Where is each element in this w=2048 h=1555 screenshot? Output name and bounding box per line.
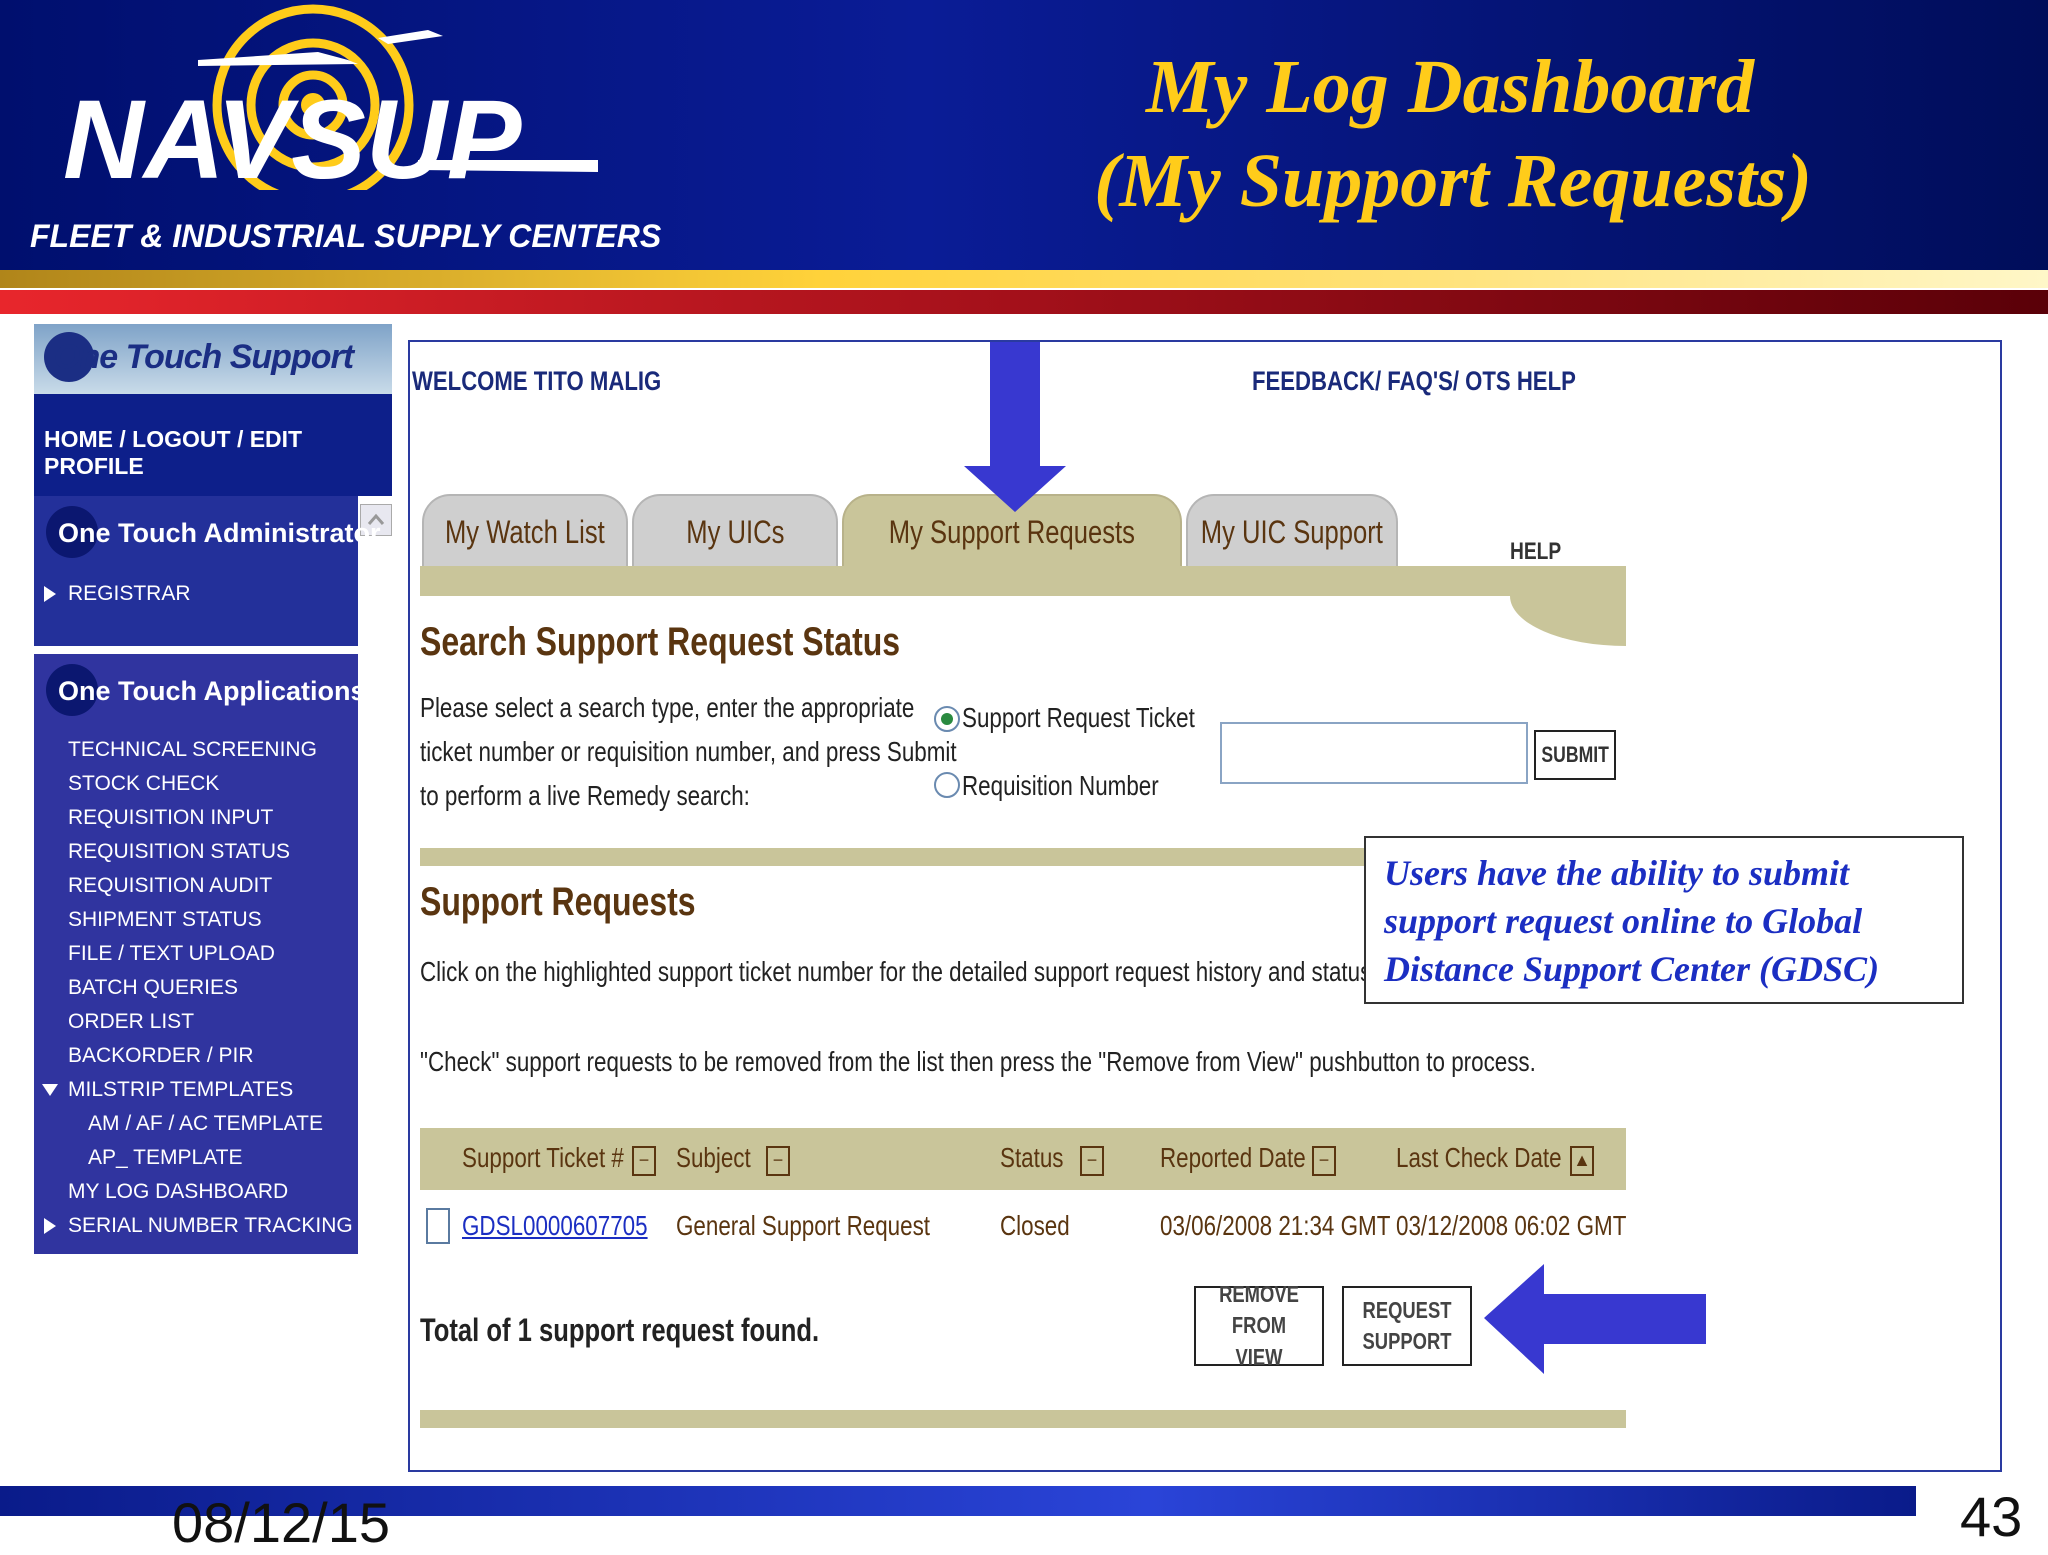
sidebar-item-requisition-input[interactable]: REQUISITION INPUT (68, 806, 273, 830)
sidebar-item-batch-queries[interactable]: BATCH QUERIES (68, 976, 238, 1000)
callout-line1: Users have the ability to submit (1384, 853, 1850, 893)
applications-section: One Touch Applications TECHNICAL SCREENI… (34, 654, 366, 1254)
sidebar-item-stock-check[interactable]: STOCK CHECK (68, 772, 219, 796)
sidebar-item-technical-screening[interactable]: TECHNICAL SCREENING (68, 738, 317, 762)
remove-from-view-button[interactable]: REMOVE FROM VIEW (1194, 1281, 1324, 1370)
expand-arrow-icon (44, 586, 56, 602)
navsup-logo: NAVSUP (63, 4, 598, 190)
search-instructions-line3: to perform a live Remedy search: (420, 780, 750, 811)
welcome-text: WELCOME TITO MALIG (412, 366, 662, 396)
callout-line2: support request online to Global (1384, 901, 1863, 941)
sidebar-top-links: HOME / LOGOUT / EDIT PROFILE (34, 394, 392, 496)
sort-toggle-icon[interactable]: − (632, 1146, 656, 1176)
support-requests-note1: Click on the highlighted support ticket … (420, 956, 1378, 987)
search-section-title: Search Support Request Status (420, 620, 901, 664)
sidebar-item-order-list[interactable]: ORDER LIST (68, 1010, 194, 1034)
cell-status: Closed (1000, 1210, 1070, 1241)
column-header-ticket[interactable]: Support Ticket # (462, 1142, 624, 1174)
tab-my-uics[interactable]: My UICs (632, 494, 838, 568)
sidebar: One Touch Support HOME / LOGOUT / EDIT P… (34, 324, 394, 1254)
request-support-button[interactable]: REQUEST SUPPORT (1342, 1286, 1472, 1366)
applications-heading: One Touch Applications (42, 664, 366, 716)
sort-toggle-icon[interactable]: − (766, 1146, 790, 1176)
sidebar-item-serial-number-tracking[interactable]: SERIAL NUMBER TRACKING (68, 1214, 353, 1238)
search-instructions-line2: ticket number or requisition number, and… (420, 736, 957, 767)
sort-toggle-icon[interactable]: − (1080, 1146, 1104, 1176)
callout-box: Users have the ability to submit support… (1364, 836, 1964, 1004)
sidebar-item-am-af-ac-template[interactable]: AM / AF / AC TEMPLATE (88, 1112, 323, 1136)
sort-toggle-icon[interactable]: − (1312, 1146, 1336, 1176)
admin-heading: One Touch Administrator (42, 506, 381, 558)
slide-title-line2: (My Support Requests) (1094, 139, 1812, 223)
org-subtitle: FLEET & INDUSTRIAL SUPPLY CENTERS (30, 218, 662, 254)
support-ticket-radio[interactable] (934, 706, 960, 732)
home-logout-edit-links[interactable]: HOME / LOGOUT / EDIT PROFILE (44, 426, 392, 480)
help-link[interactable]: HELP (1510, 538, 1561, 566)
sidebar-item-backorder-pir[interactable]: BACKORDER / PIR (68, 1044, 254, 1068)
main-panel: WELCOME TITO MALIG FEEDBACK/ FAQ'S/ OTS … (408, 340, 2002, 1472)
support-ticket-radio-label: Support Request Ticket (962, 702, 1195, 733)
sidebar-item-my-log-dashboard[interactable]: MY LOG DASHBOARD (68, 1180, 288, 1204)
cell-reported-date: 03/06/2008 21:34 GMT (1160, 1210, 1391, 1241)
support-requests-note2: "Check" support requests to be removed f… (420, 1046, 1536, 1077)
support-requests-title: Support Requests (420, 880, 696, 924)
sidebar-item-shipment-status[interactable]: SHIPMENT STATUS (68, 908, 262, 932)
bottom-divider-band (420, 1410, 1626, 1428)
tab-my-uic-support[interactable]: My UIC Support (1186, 494, 1398, 568)
total-count-text: Total of 1 support request found. (420, 1312, 820, 1348)
column-header-status[interactable]: Status (1000, 1142, 1064, 1174)
one-touch-support-logo: One Touch Support (34, 324, 392, 394)
expand-arrow-icon (44, 1218, 56, 1234)
tab-band-curve (1510, 596, 1626, 646)
admin-section: One Touch Administrator REGISTRAR (34, 496, 381, 646)
sidebar-item-milstrip-templates[interactable]: MILSTRIP TEMPLATES (68, 1078, 293, 1102)
down-arrow-annotation-icon (964, 342, 1066, 512)
red-divider-stripe (0, 290, 2048, 314)
submit-button[interactable]: SUBMIT (1534, 730, 1616, 780)
sidebar-item-registrar[interactable]: REGISTRAR (68, 582, 191, 606)
requisition-number-radio[interactable] (934, 772, 960, 798)
callout-line3: Distance Support Center (GDSC) (1384, 949, 1880, 989)
column-header-last-check-date[interactable]: Last Check Date (1396, 1142, 1562, 1174)
column-header-subject[interactable]: Subject (676, 1142, 751, 1174)
feedback-faq-help-links[interactable]: FEEDBACK/ FAQ'S/ OTS HELP (1252, 366, 1576, 397)
sort-ascending-icon[interactable]: ▲ (1570, 1146, 1594, 1176)
cell-subject: General Support Request (676, 1210, 931, 1241)
column-header-reported-date[interactable]: Reported Date (1160, 1142, 1306, 1174)
sidebar-item-file-text-upload[interactable]: FILE / TEXT UPLOAD (68, 942, 275, 966)
row-select-checkbox[interactable] (426, 1208, 450, 1244)
cell-last-check-date: 03/12/2008 06:02 GMT (1396, 1210, 1627, 1241)
brand-name: One Touch Support (54, 338, 354, 376)
sidebar-item-requisition-audit[interactable]: REQUISITION AUDIT (68, 874, 272, 898)
search-input[interactable] (1220, 722, 1528, 784)
tab-band (420, 566, 1626, 596)
requisition-number-radio-label: Requisition Number (962, 770, 1159, 801)
slide-title-line1: My Log Dashboard (1145, 45, 1755, 129)
logo-text: NAVSUP (63, 77, 522, 190)
slide-date: 08/12/15 (172, 1491, 390, 1554)
search-instructions-line1: Please select a search type, enter the a… (420, 692, 915, 723)
sidebar-item-ap-template[interactable]: AP_ TEMPLATE (88, 1146, 242, 1170)
left-arrow-annotation-icon (1484, 1264, 1706, 1374)
gold-divider-stripe (0, 270, 2048, 288)
slide-number: 43 (1960, 1485, 2023, 1548)
ticket-link[interactable]: GDSL0000607705 (462, 1210, 648, 1242)
collapse-arrow-icon (42, 1084, 58, 1096)
tab-my-watch-list[interactable]: My Watch List (422, 494, 628, 568)
sidebar-item-requisition-status[interactable]: REQUISITION STATUS (68, 840, 290, 864)
